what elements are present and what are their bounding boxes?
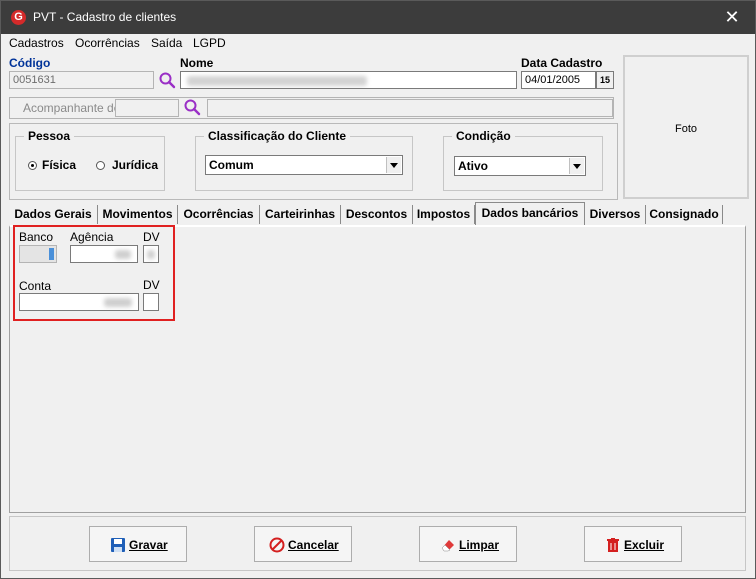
- data-cadastro-label: Data Cadastro: [521, 56, 603, 70]
- calendar-icon[interactable]: 15: [596, 71, 614, 89]
- window-title: PVT - Cadastro de clientes: [33, 10, 177, 24]
- main-window: G PVT - Cadastro de clientes ✕ Cadastros…: [0, 0, 756, 579]
- gravar-button[interactable]: Gravar: [89, 526, 187, 562]
- condicao-title: Condição: [452, 129, 515, 143]
- cancelar-label: Cancelar: [288, 538, 339, 552]
- tab-movimentos[interactable]: Movimentos: [98, 205, 178, 224]
- radio-juridica-label: Jurídica: [112, 158, 159, 172]
- photo-box[interactable]: Foto: [623, 55, 749, 199]
- classificacao-title: Classificação do Cliente: [204, 129, 351, 143]
- acompanhante-name-field[interactable]: [207, 99, 613, 117]
- trash-icon: [607, 538, 619, 552]
- nome-field[interactable]: [180, 71, 517, 89]
- menu-bar: Cadastros Ocorrências Saída LGPD: [1, 34, 755, 52]
- tab-dados-bancarios[interactable]: Dados bancários: [475, 202, 585, 225]
- tab-diversos[interactable]: Diversos: [585, 205, 646, 224]
- photo-label: Foto: [674, 123, 697, 135]
- pessoa-title: Pessoa: [24, 129, 75, 143]
- save-icon: [111, 538, 125, 552]
- menu-lgpd[interactable]: LGPD: [193, 36, 226, 50]
- acompanhante-code-field[interactable]: [115, 99, 179, 117]
- codigo-label: Código: [9, 56, 51, 70]
- classificacao-value: Comum: [209, 158, 254, 172]
- classificacao-select[interactable]: Comum: [205, 155, 403, 175]
- close-window-button[interactable]: ✕: [709, 1, 755, 34]
- radio-juridica[interactable]: [96, 161, 105, 170]
- chevron-down-icon[interactable]: [386, 157, 401, 173]
- tab-carteirinhas[interactable]: Carteirinhas: [260, 205, 341, 224]
- limpar-label: Limpar: [459, 538, 500, 552]
- excluir-label: Excluir: [624, 538, 665, 552]
- excluir-button[interactable]: Excluir: [584, 526, 682, 562]
- search-codigo-icon[interactable]: [158, 71, 176, 89]
- radio-fisica[interactable]: [28, 161, 37, 170]
- menu-ocorrencias[interactable]: Ocorrências: [75, 36, 140, 50]
- tab-impostos[interactable]: Impostos: [413, 205, 475, 224]
- data-cadastro-field[interactable]: 04/01/2005: [521, 71, 596, 89]
- menu-cadastros[interactable]: Cadastros: [9, 36, 64, 50]
- radio-fisica-label: Física: [42, 158, 77, 172]
- cancelar-button[interactable]: Cancelar: [254, 526, 352, 562]
- eraser-icon: [441, 540, 454, 552]
- app-logo-icon: G: [11, 10, 26, 25]
- limpar-button[interactable]: Limpar: [419, 526, 517, 562]
- condicao-value: Ativo: [458, 159, 488, 173]
- redacted-name-blur: [187, 76, 367, 86]
- cancel-icon: [269, 537, 285, 553]
- condicao-select[interactable]: Ativo: [454, 156, 586, 176]
- acompanhante-label: Acompanhante de: [23, 101, 121, 115]
- chevron-down-icon[interactable]: [569, 158, 584, 174]
- gravar-label: Gravar: [129, 538, 168, 552]
- menu-saida[interactable]: Saída: [151, 36, 182, 50]
- tab-consignado[interactable]: Consignado: [646, 205, 723, 224]
- tab-descontos[interactable]: Descontos: [341, 205, 413, 224]
- search-acompanhante-icon[interactable]: [183, 98, 201, 116]
- title-bar: G PVT - Cadastro de clientes ✕: [1, 1, 755, 34]
- tab-ocorrencias[interactable]: Ocorrências: [178, 205, 260, 224]
- tab-dados-gerais[interactable]: Dados Gerais: [9, 205, 98, 224]
- highlight-box: [13, 225, 175, 321]
- codigo-field[interactable]: 0051631: [9, 71, 154, 89]
- nome-label: Nome: [180, 56, 214, 70]
